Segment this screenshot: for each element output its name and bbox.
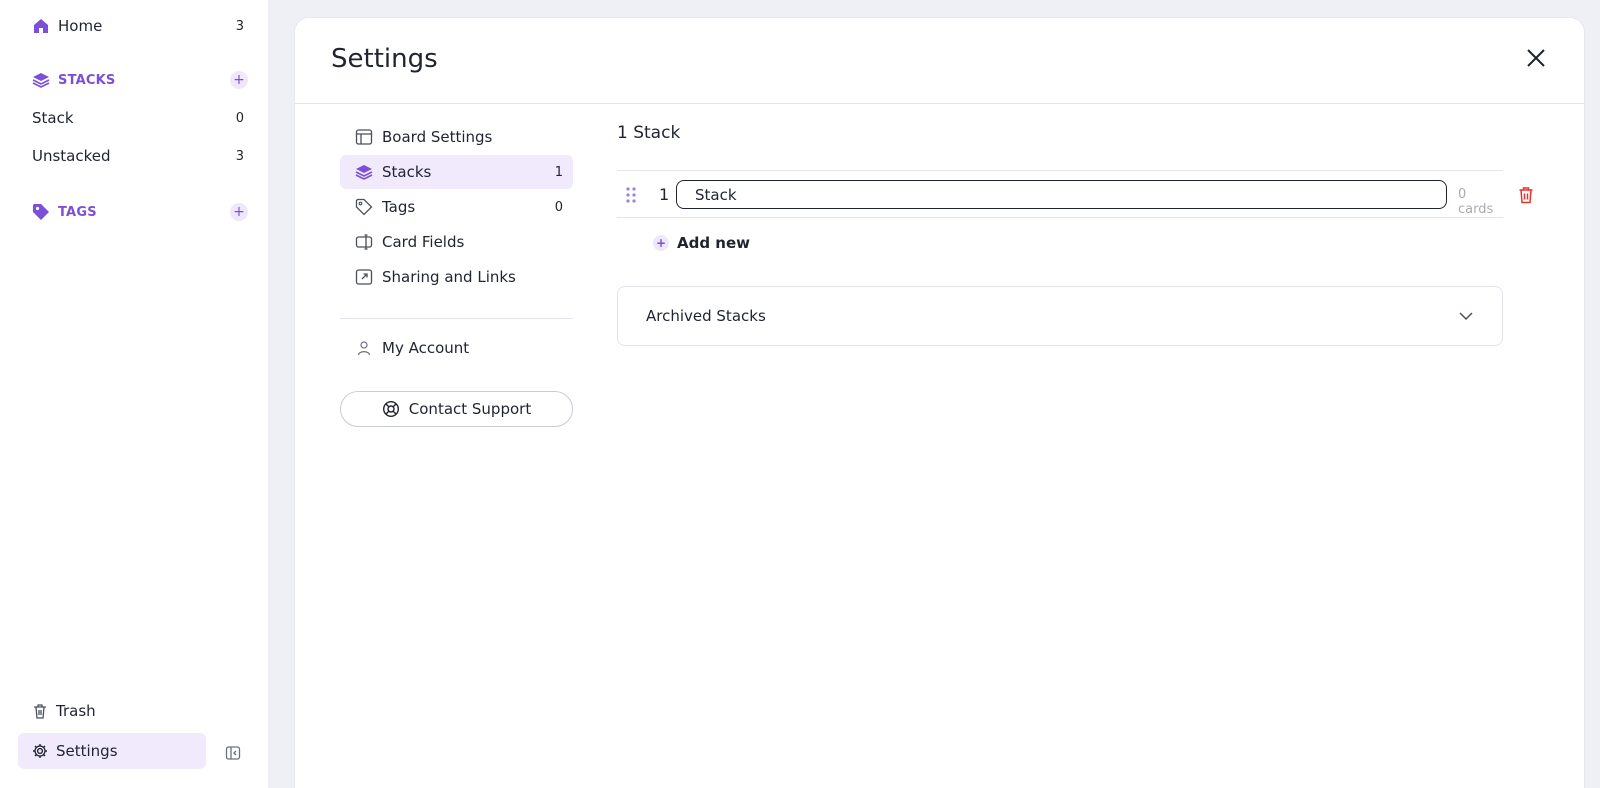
lifebuoy-icon xyxy=(382,400,400,418)
sidebar-item-label: Stack xyxy=(32,109,74,127)
sidebar-collapse-icon xyxy=(225,745,241,761)
add-tag-button[interactable]: + xyxy=(230,203,248,221)
section-title: STACKS xyxy=(58,72,116,88)
section-title: TAGS xyxy=(58,204,97,220)
settings-nav-stacks[interactable]: Stacks 1 xyxy=(340,155,573,189)
settings-modal: Settings Board Settings Stacks 1 Tags 0 … xyxy=(295,18,1584,788)
button-label: Contact Support xyxy=(408,400,532,418)
gear-icon xyxy=(32,743,48,759)
home-icon xyxy=(32,17,50,35)
sidebar-item-label: Trash xyxy=(56,702,96,720)
trash-icon xyxy=(1518,186,1534,204)
settings-nav-card-fields[interactable]: Card Fields xyxy=(340,225,573,259)
left-sidebar: Home 3 STACKS + Stack 0 Unstacked 3 TAGS… xyxy=(0,0,268,788)
close-button[interactable] xyxy=(1524,46,1548,70)
add-stack-button[interactable]: + xyxy=(230,71,248,89)
drag-handle-icon[interactable] xyxy=(625,186,637,204)
sidebar-item-label: Settings xyxy=(56,742,118,760)
nav-label: Stacks xyxy=(382,163,432,181)
text-field-icon xyxy=(355,233,373,251)
sidebar-item-label: Unstacked xyxy=(32,147,111,165)
sidebar-item-unstacked[interactable]: Unstacked 3 xyxy=(32,142,244,170)
layers-icon xyxy=(355,163,373,181)
tag-icon xyxy=(355,198,373,216)
sidebar-item-stack[interactable]: Stack 0 xyxy=(32,104,244,132)
sidebar-item-label: Home xyxy=(58,17,103,35)
accordion-label: Archived Stacks xyxy=(646,307,766,325)
item-count: 3 xyxy=(235,18,244,34)
sidebar-item-settings[interactable]: Settings xyxy=(18,733,206,769)
trash-icon xyxy=(32,703,48,719)
settings-nav-tags[interactable]: Tags 0 xyxy=(340,190,573,224)
card-count: 0 cards xyxy=(1458,187,1494,217)
section-title: 1 Stack xyxy=(617,123,681,143)
item-count: 0 xyxy=(235,110,244,126)
nav-label: Sharing and Links xyxy=(382,268,516,286)
stack-index: 1 xyxy=(659,185,670,204)
nav-label: Card Fields xyxy=(382,233,465,251)
nav-label: My Account xyxy=(382,339,470,357)
tags-section-header: TAGS + xyxy=(32,200,248,224)
delete-stack-button[interactable] xyxy=(1517,185,1535,205)
settings-nav-sharing-links[interactable]: Sharing and Links xyxy=(340,260,573,294)
divider xyxy=(295,103,1584,104)
nav-count: 1 xyxy=(554,164,563,180)
add-new-stack-button[interactable]: + Add new xyxy=(653,231,750,255)
settings-nav-my-account[interactable]: My Account xyxy=(340,331,573,365)
layers-icon xyxy=(32,71,50,89)
layout-icon xyxy=(355,128,373,146)
user-icon xyxy=(355,339,373,357)
stack-row: 1 0 cards xyxy=(617,170,1533,218)
collapse-sidebar-button[interactable] xyxy=(224,744,242,762)
nav-count: 0 xyxy=(554,199,563,215)
stacks-section-header: STACKS + xyxy=(32,68,248,92)
close-icon xyxy=(1526,48,1546,68)
item-count: 3 xyxy=(235,148,244,164)
button-label: Add new xyxy=(677,234,751,252)
contact-support-button[interactable]: Contact Support xyxy=(340,391,573,427)
nav-label: Tags xyxy=(382,198,416,216)
stack-name-input[interactable] xyxy=(676,180,1447,209)
chevron-down-icon xyxy=(1458,308,1474,324)
external-link-icon xyxy=(355,268,373,286)
plus-icon: + xyxy=(653,235,669,251)
sidebar-item-home[interactable]: Home 3 xyxy=(32,12,244,40)
nav-label: Board Settings xyxy=(382,128,493,146)
archived-stacks-accordion[interactable]: Archived Stacks xyxy=(617,286,1503,346)
sidebar-item-trash[interactable]: Trash xyxy=(18,693,206,729)
settings-nav-board-settings[interactable]: Board Settings xyxy=(340,120,573,154)
tag-icon xyxy=(32,203,50,221)
divider xyxy=(340,318,573,319)
page-title: Settings xyxy=(331,44,438,74)
